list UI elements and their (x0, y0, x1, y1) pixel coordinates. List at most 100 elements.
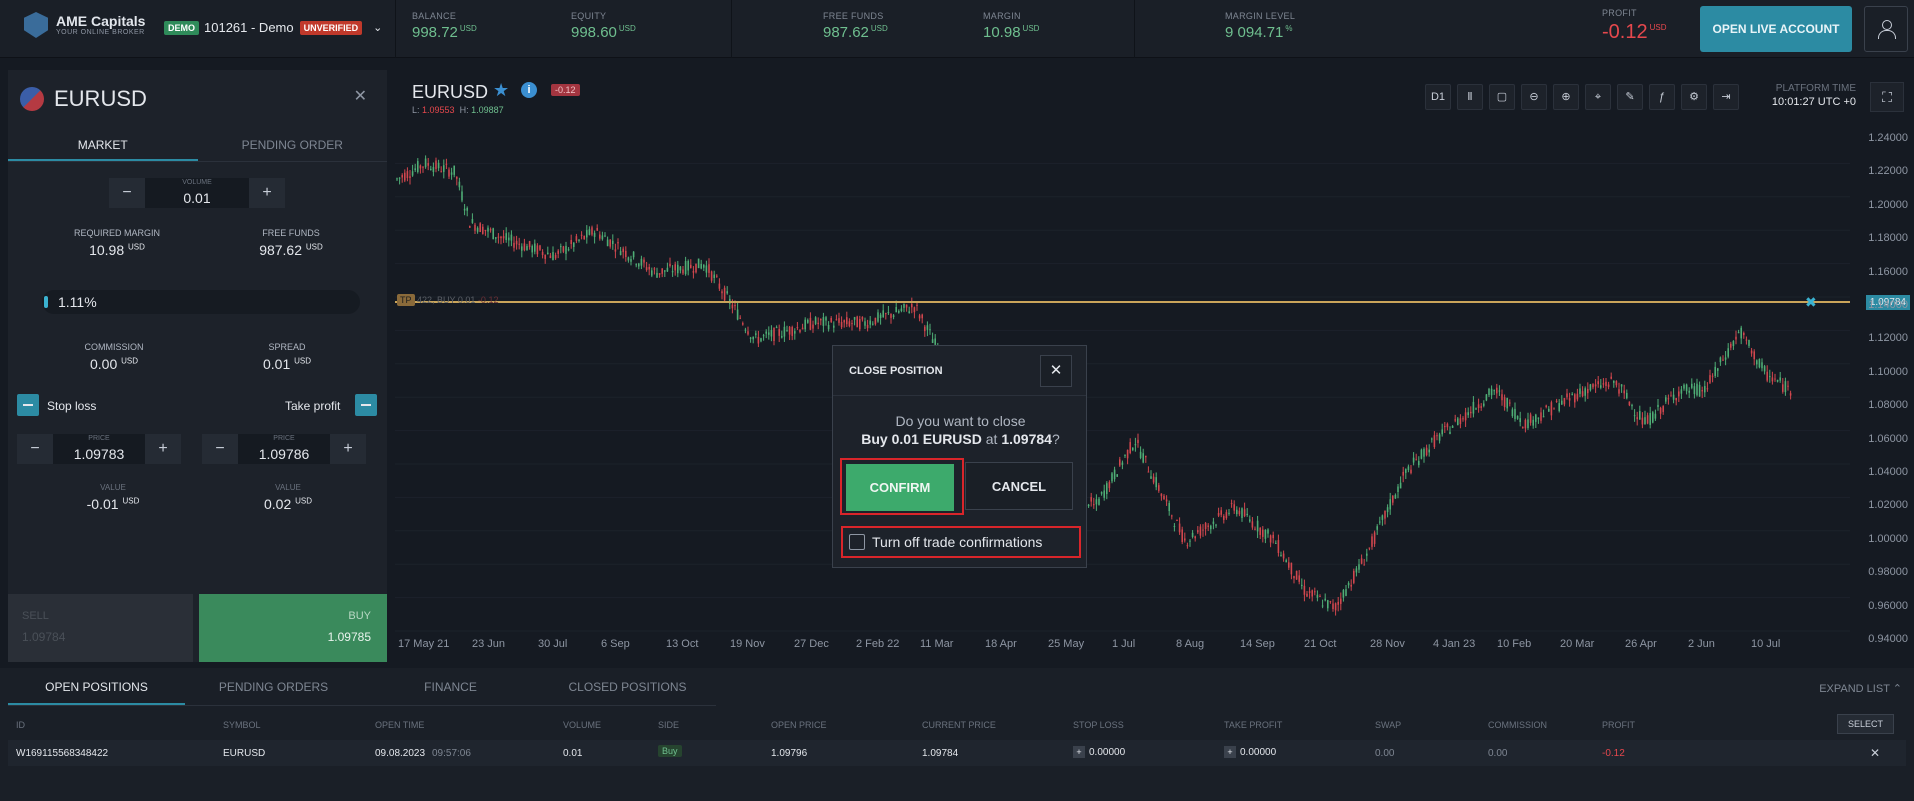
open-live-account-button[interactable]: OPEN LIVE ACCOUNT (1700, 6, 1852, 52)
column-header[interactable]: TAKE PROFIT (1224, 720, 1282, 730)
position-line-tag[interactable]: TP 422, BUY 0.01 -0.12 (397, 294, 498, 306)
expand-list-button[interactable]: EXPAND LIST ⌃ (1819, 682, 1902, 695)
buy-button[interactable]: BUY 1.09785 (199, 594, 387, 662)
info-icon[interactable]: i (521, 82, 537, 98)
zoom-in-icon[interactable]: ⊕ (1553, 84, 1579, 110)
position-current-price: 1.09784 (922, 748, 959, 759)
margin-level-unit: % (1285, 24, 1293, 33)
user-menu-button[interactable] (1864, 6, 1908, 52)
candle-body (916, 304, 918, 306)
tab-pending-order[interactable]: PENDING ORDER (198, 128, 388, 161)
candle-body (1243, 509, 1246, 517)
candle-body (1158, 485, 1160, 491)
star-icon[interactable]: ★ (493, 80, 509, 101)
close-position-icon[interactable]: ✕ (1870, 746, 1880, 760)
take-profit-toggle[interactable] (355, 394, 377, 416)
account-selector[interactable]: DEMO 101261 - Demo UNVERIFIED ⌄ (164, 20, 382, 35)
tp-increase-button[interactable]: + (330, 434, 366, 464)
column-header[interactable]: STOP LOSS (1073, 720, 1124, 730)
candles-icon[interactable]: Ⅱ (1457, 84, 1483, 110)
candle-body (1152, 476, 1155, 483)
sl-decrease-button[interactable]: − (17, 434, 53, 464)
column-header[interactable]: OPEN PRICE (771, 720, 827, 730)
chart-type-icon[interactable]: ▢ (1489, 84, 1515, 110)
candle-body (445, 163, 448, 165)
tab-closed-positions[interactable]: CLOSED POSITIONS (539, 668, 716, 705)
select-button[interactable]: SELECT (1836, 714, 1894, 734)
tab-open-positions[interactable]: OPEN POSITIONS (8, 668, 185, 705)
tab-finance[interactable]: FINANCE (362, 668, 539, 705)
pencil-icon[interactable]: ✎ (1617, 84, 1643, 110)
tp-price-input[interactable]: PRICE 1.09786 (238, 434, 330, 464)
turn-off-confirmations-row[interactable]: Turn off trade confirmations (841, 526, 1081, 558)
tab-pending-orders[interactable]: PENDING ORDERS (185, 668, 362, 705)
column-header[interactable]: OPEN TIME (375, 720, 424, 730)
time-tick: 6 Sep (601, 638, 630, 650)
column-header[interactable]: ID (16, 720, 25, 730)
close-icon[interactable]: ✕ (1040, 355, 1072, 387)
position-stop-loss[interactable]: +0.00000 (1073, 746, 1125, 758)
candle-body (1314, 591, 1316, 593)
volume-increase-button[interactable]: + (249, 178, 285, 208)
candle-body (1171, 515, 1173, 517)
fit-screen-icon[interactable]: ⌖ (1585, 84, 1611, 110)
column-header[interactable]: VOLUME (563, 720, 601, 730)
candle-body (599, 234, 601, 239)
candle-body (1597, 381, 1599, 385)
column-header[interactable]: COMMISSION (1488, 720, 1547, 730)
plus-icon[interactable]: + (1073, 746, 1085, 758)
fullscreen-icon[interactable]: ⛶ (1870, 82, 1904, 112)
candle-body (866, 324, 869, 329)
cancel-button[interactable]: CANCEL (965, 462, 1073, 510)
candle-body (1709, 375, 1711, 383)
candle-body (1368, 547, 1371, 549)
tp-decrease-button[interactable]: − (202, 434, 238, 464)
candle-body (1327, 600, 1329, 609)
candle-body (814, 317, 817, 324)
candlestick-series[interactable] (395, 130, 1850, 650)
position-price-line[interactable] (395, 301, 1850, 303)
candle-body (1449, 431, 1451, 434)
column-header[interactable]: SYMBOL (223, 720, 261, 730)
tab-market[interactable]: MARKET (8, 128, 198, 161)
candle-body (424, 158, 427, 168)
zoom-out-icon[interactable]: ⊖ (1521, 84, 1547, 110)
plus-icon[interactable]: + (1224, 746, 1236, 758)
candle-body (417, 161, 419, 172)
gear-icon[interactable]: ⚙ (1681, 84, 1707, 110)
low-value: 1.09553 (422, 105, 455, 115)
brand-logo[interactable]: AME Capitals YOUR ONLINE BROKER (24, 12, 145, 38)
column-header[interactable]: SWAP (1375, 720, 1401, 730)
sl-increase-button[interactable]: + (145, 434, 181, 464)
volume-input[interactable]: VOLUME 0.01 (145, 178, 249, 208)
candle-body (1548, 408, 1550, 412)
candle-body (918, 315, 921, 319)
candle-body (861, 316, 864, 320)
high-value: 1.09887 (471, 105, 504, 115)
margin-level-label: MARGIN LEVEL (1225, 11, 1296, 21)
candle-body (1563, 398, 1566, 405)
column-header[interactable]: CURRENT PRICE (922, 720, 996, 730)
position-take-profit[interactable]: +0.00000 (1224, 746, 1276, 758)
candle-body (872, 323, 874, 325)
candle-body (1446, 423, 1449, 428)
column-header[interactable]: SIDE (658, 720, 679, 730)
sell-button[interactable]: SELL 1.09784 (8, 594, 193, 662)
timeframe-button[interactable]: D1 (1425, 84, 1451, 110)
confirm-button[interactable]: CONFIRM (846, 464, 954, 511)
candle-body (697, 258, 700, 269)
candle-body (687, 260, 689, 271)
column-header[interactable]: PROFIT (1602, 720, 1635, 730)
equity-unit: USD (618, 24, 636, 33)
candle-body (1163, 495, 1165, 500)
sl-price-input[interactable]: PRICE 1.09783 (53, 434, 145, 464)
indicators-icon[interactable]: ƒ (1649, 84, 1675, 110)
turn-off-confirmations-checkbox[interactable] (849, 534, 865, 550)
stop-loss-toggle[interactable] (17, 394, 39, 416)
volume-decrease-button[interactable]: − (109, 178, 145, 208)
candle-body (718, 283, 721, 289)
close-icon[interactable]: ✕ (354, 86, 367, 106)
skip-to-end-icon[interactable]: ⇥ (1713, 84, 1739, 110)
table-row[interactable]: W169115568348422 EURUSD 09.08.2023 09:57… (8, 740, 1906, 766)
candle-body (1316, 594, 1319, 598)
